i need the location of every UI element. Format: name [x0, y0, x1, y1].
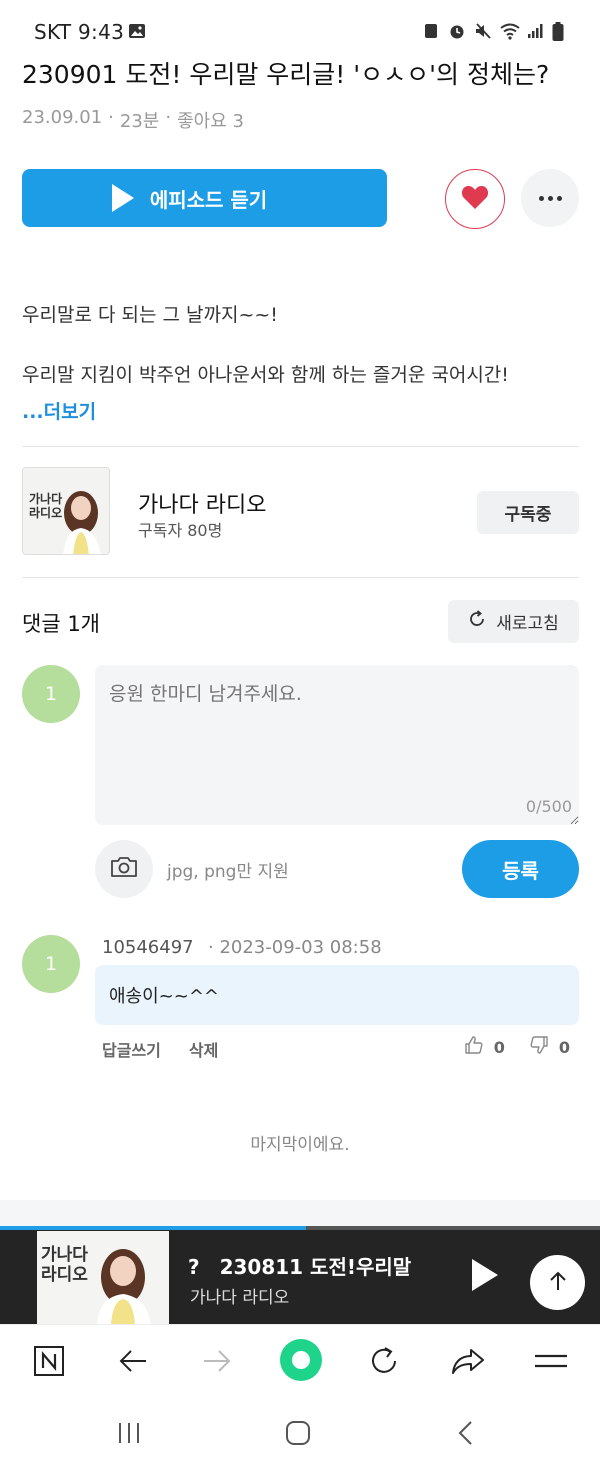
more-dot	[547, 195, 553, 201]
chevron-left-icon	[458, 1421, 472, 1445]
system-navigation	[0, 1399, 600, 1467]
episode-duration: 23분	[119, 111, 160, 132]
refresh-label: 새로고침	[496, 614, 559, 634]
back-button[interactable]	[113, 1343, 153, 1383]
attach-photo-button[interactable]	[95, 840, 153, 898]
forward-button[interactable]	[197, 1343, 237, 1383]
mute-icon	[474, 22, 492, 40]
my-avatar: 1	[22, 665, 80, 723]
alarm-icon	[448, 22, 466, 40]
channel-thumbnail[interactable]: 가나다 라디오	[22, 467, 110, 555]
naver-home-button[interactable]	[29, 1343, 69, 1383]
subscribe-button[interactable]: 구독중	[477, 491, 579, 534]
meta-separator: ·	[108, 107, 114, 128]
meta-separator: ·	[165, 107, 172, 128]
like-button[interactable]	[445, 169, 505, 229]
reload-button[interactable]	[364, 1343, 404, 1383]
arrow-left-icon	[118, 1348, 148, 1378]
comment-date: · 2023-09-03 08:58	[208, 937, 382, 958]
comment-input[interactable]	[95, 665, 579, 825]
char-counter: 0/500	[525, 797, 572, 816]
gallery-icon	[128, 22, 146, 44]
reload-icon	[368, 1345, 400, 1381]
progress-fill	[0, 1226, 306, 1230]
comment-username: 10546497	[102, 937, 194, 958]
channel-subscribers: 구독자 80명	[138, 521, 223, 540]
thumbs-down-icon[interactable]	[529, 1035, 549, 1059]
naver-n-icon	[33, 1345, 65, 1381]
hamburger-icon	[534, 1351, 568, 1375]
comments-header: 댓글 1개	[22, 612, 100, 636]
more-options-button[interactable]	[521, 169, 579, 227]
episode-meta: 23.09.01 · 23분 · 좋아요 3	[22, 107, 244, 133]
recent-apps-button[interactable]	[117, 1421, 141, 1449]
player-play-button[interactable]	[472, 1259, 498, 1291]
player-title: ? 230811 도전!우리말	[188, 1255, 412, 1279]
channel-name[interactable]: 가나다 라디오	[138, 487, 266, 519]
camera-icon	[109, 855, 139, 883]
episode-likes: 좋아요 3	[177, 111, 244, 132]
more-dot	[556, 195, 562, 201]
scroll-top-button[interactable]	[530, 1255, 585, 1310]
mini-player[interactable]: 가나다 라디오 ? 230811 도전!우리말 가나다 라디오	[0, 1226, 600, 1324]
recent-apps-icon	[119, 1423, 139, 1443]
end-of-list-text: 마지막이에요.	[250, 1135, 350, 1155]
progress-bar[interactable]	[0, 1226, 600, 1230]
delete-button[interactable]: 삭제	[189, 1037, 218, 1061]
battery-icon	[552, 22, 570, 41]
home-icon	[286, 1421, 310, 1445]
dislike-count: 0	[558, 1037, 570, 1057]
description-line: 우리말 지킴이 박주언 아나운서와 함께 하는 즐거운 국어시간!	[22, 364, 509, 386]
episode-title: 230901 도전! 우리말 우리글! 'ㅇㅅㅇ'의 정체는?	[22, 60, 550, 89]
recycle-icon	[422, 22, 440, 40]
description-line: 우리말로 다 되는 그 날까지~~!	[22, 304, 278, 326]
thumbs-up-icon[interactable]	[464, 1035, 484, 1059]
refresh-icon	[468, 610, 486, 633]
comment-actions: 답글쓰기 삭제	[102, 1037, 218, 1061]
reply-button[interactable]: 답글쓰기	[102, 1037, 161, 1061]
wifi-icon	[500, 22, 520, 40]
play-episode-label: 에피소드 듣기	[149, 187, 268, 212]
heart-icon	[461, 184, 489, 214]
system-back-button[interactable]	[456, 1420, 476, 1450]
home-button[interactable]	[285, 1420, 311, 1450]
refresh-button[interactable]: 새로고침	[448, 600, 579, 643]
green-dot-button[interactable]	[279, 1338, 323, 1386]
player-channel: 가나다 라디오	[190, 1288, 290, 1308]
show-more-link[interactable]: ...더보기	[22, 397, 96, 424]
more-dot	[538, 195, 544, 201]
green-dot-icon	[279, 1338, 323, 1386]
submit-comment-button[interactable]: 등록	[462, 840, 579, 898]
share-button[interactable]	[448, 1343, 488, 1383]
play-episode-button[interactable]: 에피소드 듣기	[22, 169, 387, 227]
play-icon	[111, 184, 134, 212]
comment-votes: 0 0	[464, 1035, 570, 1059]
comment-text: 애송이~~^^	[95, 965, 579, 1025]
like-count: 0	[493, 1037, 505, 1057]
section-spacer	[0, 1200, 600, 1226]
player-thumb-text: 가나다 라디오	[41, 1245, 88, 1285]
divider	[22, 577, 579, 578]
commenter-avatar: 1	[22, 935, 80, 993]
episode-date: 23.09.01	[22, 107, 103, 128]
channel-thumb-text: 가나다 라디오	[29, 492, 63, 520]
arrow-up-icon	[546, 1269, 570, 1297]
signal-icon	[526, 22, 544, 40]
carrier-time: SKT 9:43	[34, 20, 125, 44]
share-icon	[451, 1347, 485, 1379]
arrow-right-icon	[202, 1348, 232, 1378]
status-bar: SKT 9:43	[0, 0, 600, 52]
browser-toolbar	[0, 1324, 600, 1399]
menu-button[interactable]	[531, 1343, 571, 1383]
player-thumbnail: 가나다 라디오	[37, 1231, 169, 1324]
divider	[22, 446, 579, 447]
attach-hint: jpg, png만 지원	[167, 862, 289, 882]
